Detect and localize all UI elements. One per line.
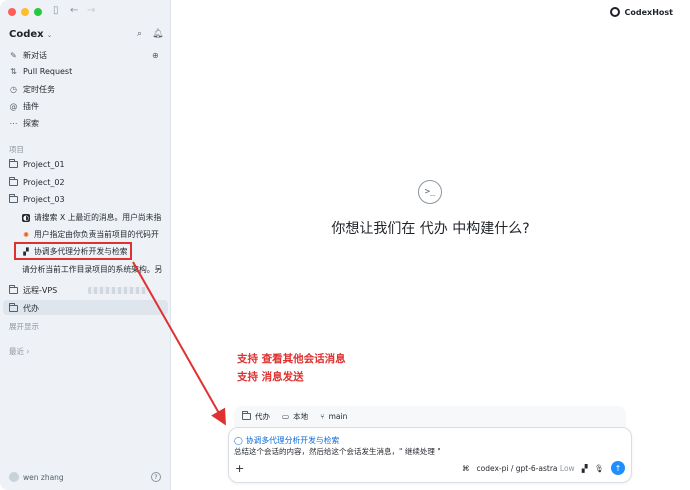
nav-label: 插件 (23, 102, 39, 111)
active-project-item[interactable]: 代办 (9, 303, 39, 314)
add-attachment-button[interactable]: + (235, 462, 244, 475)
mentioned-thread[interactable]: ◯ 协调多代理分析开发与检索 (234, 435, 339, 446)
project-item[interactable]: Project_03 (9, 194, 65, 204)
nav-pull-request[interactable]: ⇅ Pull Request (9, 67, 72, 76)
redacted-text (88, 287, 149, 294)
effort-label: Low (559, 463, 575, 473)
nav-label: Pull Request (23, 67, 73, 76)
app-switcher[interactable]: Codex ⌄ (9, 29, 52, 40)
project-label: 代办 (23, 304, 39, 313)
project-item[interactable]: Project_02 (9, 177, 65, 187)
expand-link[interactable]: 展开显示 (9, 321, 39, 332)
nav-label: 探索 (23, 119, 39, 128)
folder-chip[interactable]: 代办 (242, 411, 270, 422)
remote-project-item[interactable]: 远程-VPS (9, 285, 149, 296)
search-icon[interactable]: ⌕ (137, 29, 142, 39)
plugin-icon: @ (9, 102, 18, 111)
location-chip[interactable]: ▭ 本地 (282, 411, 308, 422)
branch-chip-label: main (328, 412, 348, 421)
chevron-right-icon: › (26, 347, 30, 356)
thread-label: 请搜索 X 上最近的消息。用户尚未指 (34, 213, 162, 222)
thread-label: 用户指定由你负责当前项目的代码开 (34, 230, 159, 239)
app-title: Codex (9, 29, 44, 40)
add-icon[interactable]: ⊕ (152, 51, 159, 60)
minimize-window-button[interactable] (21, 8, 29, 16)
main-panel: CodexHost >_ 你想让我们在 代办 中构建什么? 支持 查看其他会话消… (171, 0, 690, 490)
thread-item[interactable]: 请分析当前工作目录项目的系统架构。另 (22, 264, 169, 275)
send-button[interactable]: ↑ (611, 461, 625, 475)
thread-label: 请分析当前工作目录项目的系统架构。另 (22, 265, 163, 274)
bell-icon[interactable]: 🔔︎ (152, 29, 163, 39)
message-composer[interactable]: ◯ 协调多代理分析开发与检索 总结这个会话的内容，然后给这个会话发生消息，" 继… (228, 427, 632, 483)
host-logo-icon (609, 7, 620, 17)
nav-plugins[interactable]: @ 插件 (9, 101, 40, 112)
model-selector[interactable]: codex-pi / gpt-6-astra Low (477, 464, 575, 473)
folder-icon (242, 411, 251, 420)
branch-icon: ⑂ (320, 412, 325, 421)
folder-chip-label: 代办 (255, 412, 270, 421)
folder-icon (9, 285, 18, 294)
model-provider-icon: ⌘ (462, 463, 470, 473)
recent-label: 最近 (9, 347, 24, 356)
location-chip-label: 本地 (293, 412, 309, 421)
nav-scheduled-tasks[interactable]: ◷ 定时任务 (9, 84, 55, 95)
folder-icon (9, 159, 18, 168)
thread-item[interactable]: ◐ 请搜索 X 上最近的消息。用户尚未指 (22, 212, 169, 223)
annotation-highlight-box (14, 242, 132, 260)
folder-icon (9, 303, 18, 312)
project-label: Project_01 (23, 160, 65, 169)
project-item[interactable]: Project_01 (9, 159, 65, 169)
spark-icon: ✺ (23, 230, 29, 239)
back-arrow-icon[interactable]: ← (70, 5, 78, 16)
project-label: Project_03 (23, 195, 65, 204)
avatar (9, 472, 19, 482)
app-window: ▯ ← → Codex ⌄ ⌕ 🔔︎ ✎ 新对话 ⊕ ⇅ Pull Reques… (0, 0, 690, 490)
user-profile[interactable]: wen zhang (9, 472, 64, 482)
nav-label: 新对话 (23, 51, 47, 60)
annotation-text: 支持 消息发送 (237, 371, 304, 383)
help-button[interactable]: ? (151, 472, 161, 482)
laptop-icon: ▭ (282, 412, 290, 421)
help-icon: ? (154, 473, 158, 481)
host-name: CodexHost (624, 7, 673, 17)
window-controls (8, 8, 42, 16)
recent-section[interactable]: 最近 › (9, 346, 29, 357)
model-label: codex-pi / gpt-6-astra (476, 463, 558, 473)
context-bar: 代办 ▭ 本地 ⑂ main (234, 406, 626, 427)
projects-section-label: 项目 (9, 145, 24, 154)
mentioned-thread-label: 协调多代理分析开发与检索 (245, 436, 340, 445)
host-badge[interactable]: CodexHost (609, 7, 673, 17)
codex-logo-icon: ◐ (22, 213, 30, 222)
thread-ring-icon: ◯ (234, 436, 243, 445)
clock-icon: ◷ (10, 85, 17, 94)
nav-label: 定时任务 (23, 85, 55, 94)
microphone-icon[interactable]: 🎙︎ (594, 464, 604, 473)
branch-chip[interactable]: ⑂ main (320, 412, 347, 421)
pull-request-icon: ⇅ (10, 67, 17, 76)
folder-icon (9, 194, 18, 203)
compose-icon: ✎ (10, 51, 17, 60)
forward-arrow-icon[interactable]: → (87, 5, 95, 16)
zoom-window-button[interactable] (34, 8, 42, 16)
chevron-down-icon: ⌄ (46, 30, 53, 39)
nav-explore[interactable]: ⋯ 探索 (9, 118, 40, 129)
composer-input[interactable]: 总结这个会话的内容，然后给这个会话发生消息，" 继续处理 " (234, 446, 441, 457)
folder-icon (9, 177, 18, 186)
composer-controls: ⌘ codex-pi / gpt-6-astra Low ▞ 🎙︎ ↑ (462, 461, 625, 475)
agent-grid-icon[interactable]: ▞ (582, 464, 588, 473)
sidebar: ▯ ← → Codex ⌄ ⌕ 🔔︎ ✎ 新对话 ⊕ ⇅ Pull Reques… (0, 0, 171, 490)
sidebar-toggle-icon[interactable]: ▯ (53, 5, 59, 16)
nav-new-chat[interactable]: ✎ 新对话 (9, 50, 47, 61)
ellipsis-icon: ⋯ (9, 119, 18, 128)
project-label: Project_02 (23, 178, 65, 187)
annotation-text: 支持 查看其他会话消息 (237, 353, 346, 365)
page-headline: 你想让我们在 代办 中构建什么? (331, 221, 530, 237)
thread-item[interactable]: ✺ 用户指定由你负责当前项目的代码开 (22, 229, 169, 240)
project-label: 远程-VPS (23, 286, 58, 295)
user-name: wen zhang (23, 472, 64, 482)
terminal-icon: >_ (418, 180, 442, 204)
close-window-button[interactable] (8, 8, 16, 16)
